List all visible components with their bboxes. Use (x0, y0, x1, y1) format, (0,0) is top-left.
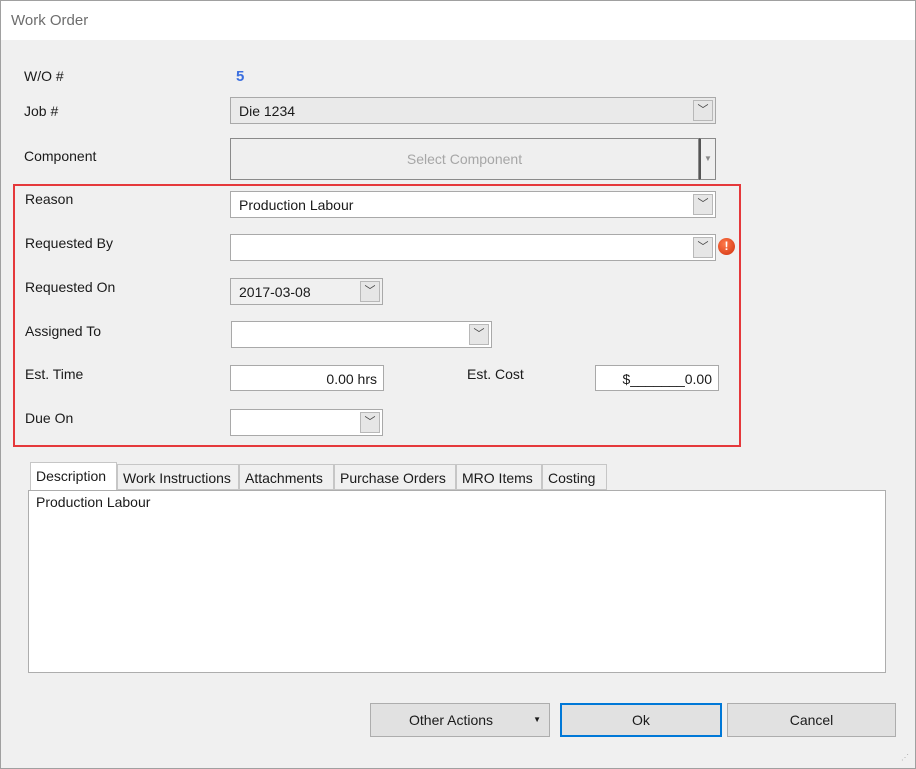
caret-down-icon: ▼ (533, 715, 541, 724)
chevron-down-icon[interactable]: ﹀ (693, 237, 713, 258)
ok-button[interactable]: Ok (560, 703, 722, 737)
job-value: Die 1234 (239, 103, 296, 119)
highlight-box (13, 184, 741, 447)
est-cost-input[interactable]: $_______0.00 (595, 365, 719, 391)
description-textarea[interactable]: Production Labour (28, 490, 886, 673)
select-component-button[interactable]: Select Component (230, 138, 699, 180)
tab-work-instructions[interactable]: Work Instructions (117, 464, 239, 490)
component-dropdown-button[interactable]: ▼ (699, 138, 716, 180)
requested-by-label: Requested By (25, 235, 113, 251)
reason-combo[interactable]: Production Labour ﹀ (230, 191, 716, 218)
chevron-down-icon[interactable]: ﹀ (360, 281, 380, 302)
work-order-dialog: Work Order W/O # 5 Job # Die 1234 ﹀ Compo… (0, 0, 916, 769)
resize-grip-icon[interactable]: ⋰ (901, 753, 909, 762)
tab-costing[interactable]: Costing (542, 464, 607, 490)
requested-on-value: 2017-03-08 (239, 284, 311, 300)
assigned-to-label: Assigned To (25, 323, 102, 339)
requested-on-label: Requested On (25, 279, 116, 295)
reason-label: Reason (25, 191, 74, 207)
due-on-label: Due On (25, 410, 74, 426)
requested-by-combo[interactable]: ﹀ (230, 234, 716, 261)
other-actions-label: Other Actions (409, 712, 494, 728)
component-label: Component (24, 148, 97, 164)
tab-description[interactable]: Description (30, 462, 117, 491)
requested-on-date-picker[interactable]: 2017-03-08 ﹀ (230, 278, 383, 305)
due-on-date-picker[interactable]: ﹀ (230, 409, 383, 436)
est-time-label: Est. Time (25, 366, 84, 382)
tab-attachments[interactable]: Attachments (239, 464, 334, 490)
other-actions-button[interactable]: Other Actions ▼ (370, 703, 550, 737)
tab-purchase-orders[interactable]: Purchase Orders (334, 464, 456, 490)
est-cost-label: Est. Cost (467, 366, 524, 382)
window-title: Work Order (1, 1, 915, 40)
reason-value: Production Labour (239, 197, 354, 213)
chevron-down-icon[interactable]: ﹀ (360, 412, 380, 433)
chevron-down-icon[interactable]: ﹀ (469, 324, 489, 345)
chevron-down-icon[interactable]: ﹀ (693, 194, 713, 215)
cancel-button[interactable]: Cancel (727, 703, 896, 737)
est-time-input[interactable]: 0.00 hrs (230, 365, 384, 391)
job-combo[interactable]: Die 1234 ﹀ (230, 97, 716, 124)
error-icon: ! (718, 238, 735, 255)
wo-label: W/O # (24, 68, 64, 84)
tab-mro-items[interactable]: MRO Items (456, 464, 542, 490)
chevron-down-icon[interactable]: ﹀ (693, 100, 713, 121)
wo-number: 5 (236, 68, 245, 85)
assigned-to-combo[interactable]: ﹀ (231, 321, 492, 348)
job-label: Job # (24, 103, 59, 119)
